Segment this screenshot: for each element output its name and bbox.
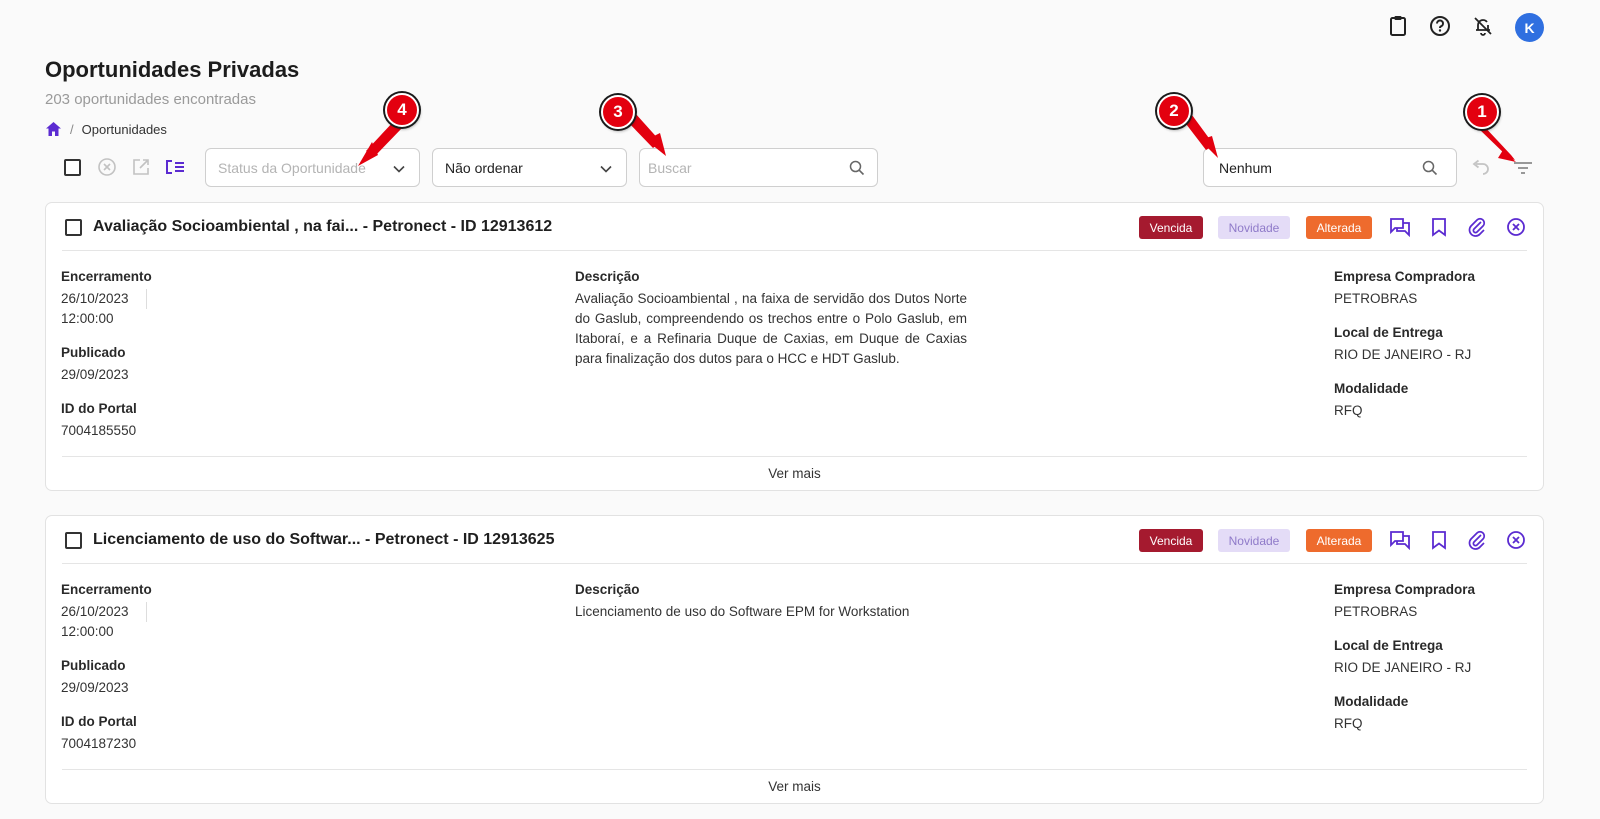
id-portal-value: 7004187230 — [61, 736, 137, 751]
ver-mais-button[interactable]: Ver mais — [62, 456, 1527, 490]
badge-novidade: Novidade — [1218, 216, 1290, 239]
external-link-icon[interactable] — [130, 156, 152, 178]
badge-alterada: Alterada — [1306, 216, 1372, 239]
publicado-value: 29/09/2023 — [61, 680, 129, 695]
avatar[interactable]: K — [1515, 13, 1544, 42]
filter-icon[interactable] — [1512, 157, 1534, 179]
annotation-marker-4: 4 — [385, 93, 419, 127]
encerramento-label: Encerramento — [61, 582, 152, 597]
dismiss-icon[interactable] — [1505, 529, 1527, 551]
local-value: RIO DE JANEIRO - RJ — [1334, 660, 1472, 675]
status-select-placeholder: Status da Oportunidade — [218, 159, 366, 176]
badge-novidade: Novidade — [1218, 529, 1290, 552]
encerramento-date: 26/10/2023 — [61, 604, 129, 619]
local-value: RIO DE JANEIRO - RJ — [1334, 347, 1472, 362]
saved-filter-value: Nenhum — [1219, 159, 1272, 176]
id-portal-value: 7004185550 — [61, 423, 137, 438]
search-icon — [1422, 160, 1438, 176]
comments-icon[interactable] — [1389, 216, 1411, 238]
badge-vencida: Vencida — [1139, 216, 1203, 239]
empresa-value: PETROBRAS — [1334, 291, 1418, 306]
annotation-marker-2: 2 — [1157, 94, 1191, 128]
date-time-divider — [146, 289, 147, 309]
breadcrumb-current[interactable]: Oportunidades — [82, 122, 167, 137]
chevron-down-icon — [600, 165, 612, 173]
descricao-label: Descrição — [575, 582, 640, 597]
publicado-label: Publicado — [61, 658, 126, 673]
attachment-icon[interactable] — [1466, 529, 1488, 551]
search-input[interactable]: Buscar — [639, 148, 878, 187]
page-title: Oportunidades Privadas — [45, 57, 300, 82]
encerramento-time: 12:00:00 — [61, 311, 114, 326]
descricao-text: Licenciamento de uso do Software EPM for… — [575, 604, 910, 619]
close-circle-icon[interactable] — [96, 156, 118, 178]
id-portal-label: ID do Portal — [61, 714, 137, 729]
opportunity-card: Avaliação Socioambiental , na fai... - P… — [45, 202, 1544, 491]
descricao-label: Descrição — [575, 269, 640, 284]
encerramento-date: 26/10/2023 — [61, 291, 129, 306]
modalidade-label: Modalidade — [1334, 694, 1409, 709]
sort-select[interactable]: Não ordenar — [432, 148, 627, 187]
card-title[interactable]: Avaliação Socioambiental , na fai... - P… — [93, 218, 552, 236]
breadcrumb-separator: / — [70, 121, 74, 137]
breadcrumb: / Oportunidades — [45, 121, 167, 137]
badge-vencida: Vencida — [1139, 529, 1203, 552]
bell-off-icon[interactable] — [1470, 13, 1496, 39]
ver-mais-button[interactable]: Ver mais — [62, 769, 1527, 803]
publicado-value: 29/09/2023 — [61, 367, 129, 382]
saved-filter-input[interactable]: Nenhum — [1203, 148, 1457, 187]
modalidade-label: Modalidade — [1334, 381, 1409, 396]
sort-select-value: Não ordenar — [445, 159, 523, 176]
annotation-marker-1: 1 — [1465, 95, 1499, 129]
date-time-divider — [146, 602, 147, 622]
descricao-text: Avaliação Socioambiental , na faixa de s… — [575, 291, 967, 366]
home-icon[interactable] — [45, 121, 62, 137]
clipboard-icon[interactable] — [1385, 13, 1411, 39]
encerramento-label: Encerramento — [61, 269, 152, 284]
select-all-checkbox[interactable] — [61, 156, 83, 178]
id-portal-label: ID do Portal — [61, 401, 137, 416]
badge-alterada: Alterada — [1306, 529, 1372, 552]
modalidade-value: RFQ — [1334, 716, 1363, 731]
bookmark-icon[interactable] — [1428, 529, 1450, 551]
empresa-value: PETROBRAS — [1334, 604, 1418, 619]
card-checkbox[interactable] — [65, 219, 82, 236]
annotation-marker-3: 3 — [601, 95, 635, 129]
opportunity-card: Licenciamento de uso do Softwar... - Pet… — [45, 515, 1544, 804]
comments-icon[interactable] — [1389, 529, 1411, 551]
card-checkbox[interactable] — [65, 532, 82, 549]
card-title[interactable]: Licenciamento de uso do Softwar... - Pet… — [93, 531, 554, 549]
empresa-label: Empresa Compradora — [1334, 269, 1476, 284]
search-placeholder: Buscar — [648, 159, 692, 176]
bookmark-icon[interactable] — [1428, 216, 1450, 238]
local-label: Local de Entrega — [1334, 638, 1443, 653]
local-label: Local de Entrega — [1334, 325, 1443, 340]
search-icon — [849, 160, 865, 176]
status-select[interactable]: Status da Oportunidade — [205, 148, 420, 187]
dismiss-icon[interactable] — [1505, 216, 1527, 238]
encerramento-time: 12:00:00 — [61, 624, 114, 639]
publicado-label: Publicado — [61, 345, 126, 360]
attachment-icon[interactable] — [1466, 216, 1488, 238]
modalidade-value: RFQ — [1334, 403, 1363, 418]
checklist-icon[interactable] — [164, 156, 186, 178]
help-icon[interactable] — [1427, 13, 1453, 39]
results-count: 203 oportunidades encontradas — [45, 91, 256, 108]
empresa-label: Empresa Compradora — [1334, 582, 1476, 597]
chevron-down-icon — [393, 165, 405, 173]
undo-icon[interactable] — [1470, 157, 1492, 179]
